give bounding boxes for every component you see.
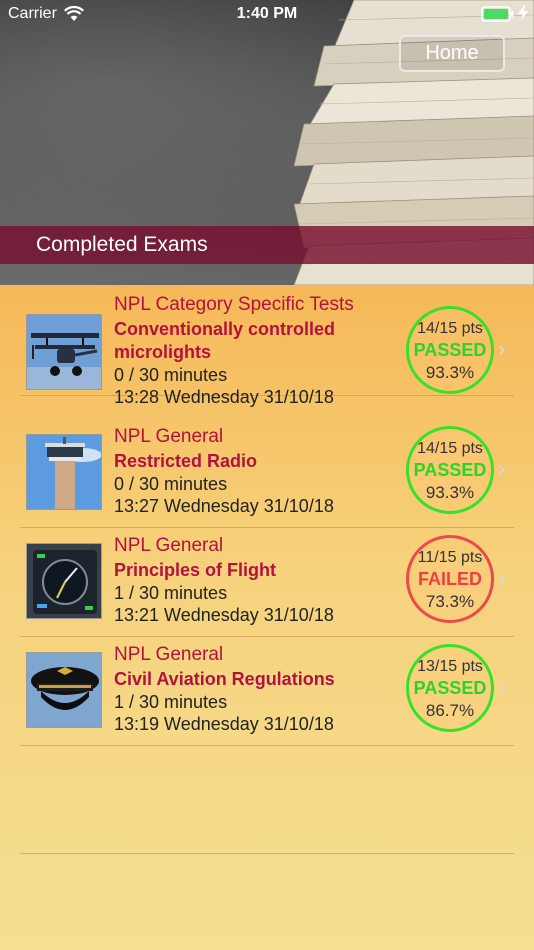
- result-badge: 14/15 pts PASSED 93.3%: [406, 306, 494, 394]
- battery-icon: [481, 6, 514, 22]
- exam-duration: 1 / 30 minutes: [114, 583, 228, 603]
- microlight-aircraft-icon: [26, 314, 102, 390]
- exam-timestamp: 13:28 Wednesday 31/10/18: [114, 387, 334, 407]
- result-verdict: PASSED: [413, 460, 487, 480]
- charging-bolt-icon: [518, 5, 528, 21]
- exam-name: Restricted Radio: [114, 451, 258, 471]
- header-banner: Carrier 1:40 PM Home Completed Exams: [0, 0, 534, 285]
- flight-instrument-icon: [26, 543, 102, 619]
- exam-name: Principles of Flight: [114, 560, 277, 580]
- result-badge: 11/15 pts FAILED 73.3%: [406, 535, 494, 623]
- result-badge: 14/15 pts PASSED 93.3%: [406, 426, 494, 514]
- exam-category: NPL General: [114, 426, 224, 447]
- result-verdict: PASSED: [413, 678, 487, 698]
- result-verdict: PASSED: [413, 340, 487, 360]
- result-points: 11/15 pts: [417, 549, 483, 566]
- exam-row[interactable]: NPL Category Specific Tests Conventional…: [20, 286, 514, 407]
- exam-name: Conventionally controlled microlights: [114, 319, 336, 362]
- exam-row[interactable]: NPL General Restricted Radio 0 / 30 minu…: [20, 418, 514, 528]
- chevron-right-icon: ›: [498, 565, 506, 590]
- result-badge: 13/15 pts PASSED 86.7%: [406, 644, 494, 732]
- result-percent: 93.3%: [425, 483, 475, 502]
- exam-row[interactable]: NPL General Civil Aviation Regulations 1…: [20, 636, 514, 746]
- result-verdict: FAILED: [417, 569, 482, 589]
- empty-list-row: [20, 745, 514, 854]
- home-button[interactable]: Home: [399, 35, 505, 72]
- clock: 1:40 PM: [236, 5, 298, 22]
- status-bar: Carrier 1:40 PM: [0, 0, 534, 28]
- control-tower-icon: [26, 434, 102, 510]
- page-title: Completed Exams: [36, 233, 208, 256]
- exam-duration: 0 / 30 minutes: [114, 365, 228, 385]
- result-points: 13/15 pts: [417, 658, 483, 675]
- exam-name: Civil Aviation Regulations: [114, 669, 335, 689]
- result-percent: 93.3%: [425, 363, 475, 382]
- exam-duration: 0 / 30 minutes: [114, 474, 228, 494]
- chevron-right-icon: ›: [498, 674, 506, 699]
- result-points: 14/15 pts: [417, 440, 483, 457]
- exam-category: NPL Category Specific Tests: [114, 294, 354, 315]
- exam-duration: 1 / 30 minutes: [114, 692, 228, 712]
- chevron-right-icon: ›: [498, 456, 506, 481]
- chevron-right-icon: ›: [498, 336, 506, 361]
- exam-timestamp: 13:21 Wednesday 31/10/18: [114, 605, 334, 625]
- result-percent: 86.7%: [425, 701, 475, 720]
- exam-timestamp: 13:19 Wednesday 31/10/18: [114, 714, 334, 734]
- exam-timestamp: 13:27 Wednesday 31/10/18: [114, 496, 334, 516]
- exam-category: NPL General: [114, 535, 224, 556]
- result-percent: 73.3%: [425, 592, 475, 611]
- exam-category: NPL General: [114, 644, 224, 665]
- exam-row[interactable]: NPL General Principles of Flight 1 / 30 …: [20, 527, 514, 637]
- result-points: 14/15 pts: [417, 320, 483, 337]
- pilot-cap-icon: [26, 652, 102, 728]
